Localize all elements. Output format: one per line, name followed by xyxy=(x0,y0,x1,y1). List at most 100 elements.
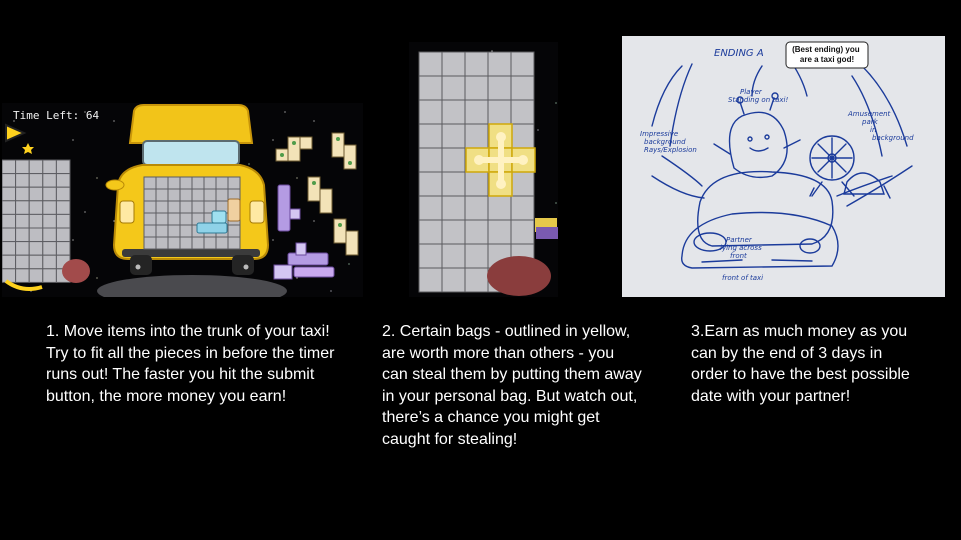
grid-cell[interactable] xyxy=(28,254,44,270)
grid-cell[interactable] xyxy=(155,224,169,238)
grid-cell[interactable] xyxy=(42,254,57,270)
grid-cell[interactable] xyxy=(2,159,17,175)
grid-cell[interactable] xyxy=(464,195,489,221)
grid-cell[interactable] xyxy=(441,243,466,269)
grid-cell[interactable] xyxy=(28,213,44,229)
grid-cell[interactable] xyxy=(227,236,241,250)
grid-cell[interactable] xyxy=(441,99,466,125)
grid-cell[interactable] xyxy=(191,176,205,190)
grid-cell[interactable] xyxy=(2,173,17,188)
grid-cell[interactable] xyxy=(418,75,443,101)
grid-cell[interactable] xyxy=(143,176,157,190)
grid-cell[interactable] xyxy=(510,171,535,197)
grid-cell[interactable] xyxy=(441,219,466,245)
grid-cell[interactable] xyxy=(510,99,535,125)
grid-cell[interactable] xyxy=(418,171,443,197)
grid-cell[interactable] xyxy=(28,241,44,256)
grid-cell[interactable] xyxy=(441,267,466,293)
grid-cell[interactable] xyxy=(28,227,44,243)
grid-cell[interactable] xyxy=(42,227,57,243)
grid-cell[interactable] xyxy=(42,173,57,188)
grid-cell[interactable] xyxy=(155,188,169,202)
grid-cell[interactable] xyxy=(510,195,535,221)
grid-cell[interactable] xyxy=(441,171,466,197)
grid-cell[interactable] xyxy=(227,176,241,190)
grid-cell[interactable] xyxy=(464,75,489,101)
grid-cell[interactable] xyxy=(487,219,512,245)
grid-cell[interactable] xyxy=(28,159,44,175)
grid-cell[interactable] xyxy=(2,213,17,229)
grid-cell[interactable] xyxy=(464,171,489,197)
grid-cell[interactable] xyxy=(42,213,57,229)
grid-cell[interactable] xyxy=(167,224,181,238)
grid-cell[interactable] xyxy=(464,243,489,269)
grid-cell[interactable] xyxy=(155,176,169,190)
grid-cell[interactable] xyxy=(464,219,489,245)
grid-cell[interactable] xyxy=(179,188,193,202)
grid-cell[interactable] xyxy=(441,147,466,173)
grid-cell[interactable] xyxy=(179,200,193,214)
grid-cell[interactable] xyxy=(55,213,71,229)
grid-cell[interactable] xyxy=(55,173,71,188)
grid-cell[interactable] xyxy=(15,173,30,188)
grid-cell[interactable] xyxy=(143,224,157,238)
grid-cell[interactable] xyxy=(28,200,44,215)
grid-cell[interactable] xyxy=(179,236,193,250)
grid-cell[interactable] xyxy=(55,186,71,202)
grid-cell[interactable] xyxy=(143,212,157,226)
grid-cell[interactable] xyxy=(215,236,229,250)
grid-cell[interactable] xyxy=(15,227,30,243)
grid-cell[interactable] xyxy=(464,51,489,77)
grid-cell[interactable] xyxy=(203,176,217,190)
grid-cell[interactable] xyxy=(464,99,489,125)
grid-cell[interactable] xyxy=(2,186,17,202)
grid-cell[interactable] xyxy=(441,195,466,221)
grid-cell[interactable] xyxy=(203,236,217,250)
grid-cell[interactable] xyxy=(167,188,181,202)
grid-cell[interactable] xyxy=(227,224,241,238)
grid-cell[interactable] xyxy=(42,159,57,175)
grid-cell[interactable] xyxy=(2,200,17,215)
grid-cell[interactable] xyxy=(179,224,193,238)
grid-cell[interactable] xyxy=(464,123,489,149)
grid-cell[interactable] xyxy=(418,147,443,173)
grid-cell[interactable] xyxy=(15,254,30,270)
grid-cell[interactable] xyxy=(28,268,44,283)
grid-cell[interactable] xyxy=(215,176,229,190)
grid-cell[interactable] xyxy=(42,268,57,283)
grid-cell[interactable] xyxy=(191,188,205,202)
grid-cell[interactable] xyxy=(441,51,466,77)
grid-cell[interactable] xyxy=(487,51,512,77)
grid-cell[interactable] xyxy=(418,51,443,77)
grid-cell[interactable] xyxy=(55,227,71,243)
grid-cell[interactable] xyxy=(55,159,71,175)
grid-cell[interactable] xyxy=(167,200,181,214)
grid-cell[interactable] xyxy=(487,75,512,101)
grid-cell[interactable] xyxy=(191,200,205,214)
grid-cell[interactable] xyxy=(15,241,30,256)
grid-cell[interactable] xyxy=(510,51,535,77)
grid-cell[interactable] xyxy=(143,236,157,250)
grid-cell[interactable] xyxy=(143,188,157,202)
grid-cell[interactable] xyxy=(418,243,443,269)
grid-cell[interactable] xyxy=(418,123,443,149)
grid-cell[interactable] xyxy=(167,212,181,226)
grid-cell[interactable] xyxy=(2,227,17,243)
grid-cell[interactable] xyxy=(418,219,443,245)
grid-cell[interactable] xyxy=(28,186,44,202)
grid-cell[interactable] xyxy=(179,212,193,226)
grid-cell[interactable] xyxy=(28,173,44,188)
grid-cell[interactable] xyxy=(42,186,57,202)
grid-cell[interactable] xyxy=(487,195,512,221)
grid-cell[interactable] xyxy=(55,241,71,256)
grid-cell[interactable] xyxy=(179,176,193,190)
grid-cell[interactable] xyxy=(418,99,443,125)
grid-cell[interactable] xyxy=(15,200,30,215)
grid-cell[interactable] xyxy=(464,267,489,293)
grid-cell[interactable] xyxy=(167,176,181,190)
grid-cell[interactable] xyxy=(42,200,57,215)
grid-cell[interactable] xyxy=(418,195,443,221)
grid-cell[interactable] xyxy=(15,159,30,175)
grid-cell[interactable] xyxy=(15,186,30,202)
grid-cell[interactable] xyxy=(510,75,535,101)
